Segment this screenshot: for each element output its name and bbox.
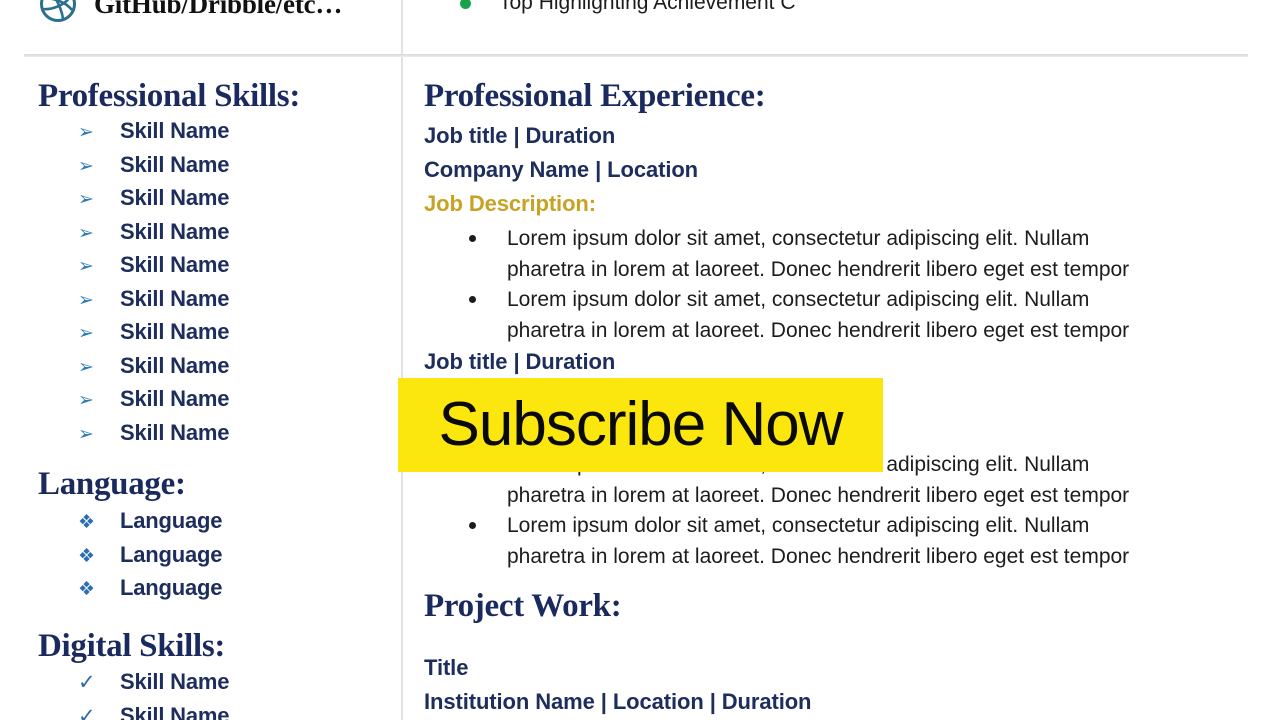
bullet-dot-icon [469,522,476,529]
list-item: ✓ Skill Name [78,669,229,703]
language-list: ❖ Language ❖ Language ❖ Language [78,508,223,609]
list-item: ❖ Language [78,508,223,542]
dribbble-icon [40,0,76,22]
list-item-label: Skill Name [120,419,230,445]
list-item: ❖ Language [78,541,223,576]
list-item: ✓ Skill Name [78,703,229,720]
list-item-label: Skill Name [120,702,230,720]
arrow-bullet-icon: ➢ [78,390,94,411]
list-item-label: Skill Name [120,319,230,344]
list-item: ➢ Skill Name [78,252,229,286]
diamond-bullet-icon: ❖ [78,579,96,600]
description-text-line: pharetra in lorem at laoreet. Donec hend… [507,483,1130,507]
list-item-label: Skill Name [120,185,230,210]
green-dot-icon [460,0,471,9]
list-item: ➢ Skill Name [78,152,229,186]
list-item-label: Skill Name [120,285,230,311]
diamond-bullet-icon: ❖ [78,512,96,533]
subscribe-now-label: Subscribe Now [438,390,844,459]
description-bullet: Lorem ipsum dolor sit amet, consectetur … [460,285,1230,346]
list-item-label: Skill Name [120,386,230,411]
bullet-dot-icon [469,296,476,303]
check-bullet-icon: ✓ [78,704,96,720]
description-bullet: Lorem ipsum dolor sit amet, consectetur … [460,511,1230,572]
list-item: ➢ Skill Name [78,185,229,219]
list-item-label: Skill Name [120,252,230,277]
list-item-label: Skill Name [120,118,230,143]
list-item-label: Language [120,508,223,533]
subscribe-now-overlay[interactable]: Subscribe Now [398,378,883,472]
resume-page: GitHub/Dribble/etc… Professional Skills:… [0,0,1280,720]
heading-language: Language: [38,466,186,502]
list-item-label: Language [120,541,223,567]
heading-professional-skills: Professional Skills: [38,78,301,114]
list-item: ➢ Skill Name [78,118,229,152]
job-title-duration-1: Job title | Duration [424,123,616,148]
description-text-line: pharetra in lorem at laoreet. Donec hend… [507,318,1130,342]
list-item-label: Skill Name [120,218,230,244]
list-item: ➢ Skill Name [78,319,229,353]
top-achievement-row: Top Highlighting Achievement C [460,0,796,20]
arrow-bullet-icon: ➢ [78,122,94,143]
job-title-duration-2: Job title | Duration [424,349,616,374]
description-bullet: Lorem ipsum dolor sit amet, consectetur … [460,224,1230,285]
description-text-line: Lorem ipsum dolor sit amet, consectetur … [507,514,1090,537]
description-text-line: Lorem ipsum dolor sit amet, consectetur … [507,227,1090,250]
digital-skills-list: ✓ Skill Name ✓ Skill Name [78,669,229,720]
bullet-dot-icon [469,235,476,242]
list-item-label: Skill Name [120,151,230,177]
job-description-list-1: Lorem ipsum dolor sit amet, consectetur … [460,224,1230,346]
right-divider [36,54,1248,57]
professional-skills-list: ➢ Skill Name ➢ Skill Name ➢ Skill Name ➢ Skill … [78,118,229,453]
heading-project-work: Project Work: [424,588,622,624]
job-description-label-1: Job Description: [424,191,596,216]
description-text-line: pharetra in lorem at laoreet. Donec hend… [507,544,1130,568]
list-item: ➢ Skill Name [78,353,229,387]
heading-professional-experience: Professional Experience: [424,78,766,114]
arrow-bullet-icon: ➢ [78,356,94,378]
list-item: ➢ Skill Name [78,420,229,454]
list-item-label: Skill Name [120,352,230,378]
left-column: GitHub/Dribble/etc… Professional Skills:… [0,0,402,720]
arrow-bullet-icon: ➢ [78,323,94,344]
project-meta: Institution Name | Location | Duration [424,689,812,714]
list-item: ➢ Skill Name [78,286,229,320]
arrow-bullet-icon: ➢ [78,155,94,177]
list-item-label: Language [120,575,223,600]
list-item: ➢ Skill Name [78,386,229,420]
check-bullet-icon: ✓ [78,671,96,694]
arrow-bullet-icon: ➢ [78,189,94,210]
job-company-location-1: Company Name | Location [424,157,699,182]
heading-digital-skills: Digital Skills: [38,628,226,664]
description-text-line: pharetra in lorem at laoreet. Donec hend… [507,257,1130,281]
diamond-bullet-icon: ❖ [78,545,96,567]
contact-row: GitHub/Dribble/etc… [38,0,342,24]
arrow-bullet-icon: ➢ [78,256,94,277]
list-item: ❖ Language [78,575,223,609]
arrow-bullet-icon: ➢ [78,423,94,445]
list-item-label: Skill Name [120,669,230,694]
contact-label: GitHub/Dribble/etc… [94,0,343,19]
arrow-bullet-icon: ➢ [78,222,94,244]
description-text-line: Lorem ipsum dolor sit amet, consectetur … [507,288,1090,311]
project-title: Title [424,655,469,680]
top-achievement-text: Top Highlighting Achievement C [499,0,796,14]
arrow-bullet-icon: ➢ [78,289,94,311]
list-item: ➢ Skill Name [78,219,229,253]
